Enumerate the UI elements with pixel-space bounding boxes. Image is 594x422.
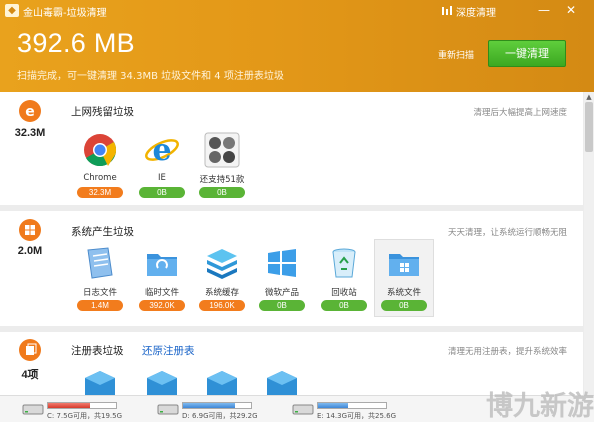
restore-registry-link[interactable]: 还原注册表 (142, 343, 195, 358)
rescan-link[interactable]: 重新扫描 (438, 48, 474, 61)
item-size-badge: 0B (139, 187, 185, 198)
disk-info: C: 7.5G可用，共19.5G (47, 412, 123, 420)
log-file-icon (82, 245, 118, 281)
vertical-scrollbar[interactable]: ▲ (584, 92, 594, 395)
system-cache-icon (204, 245, 240, 281)
watermark-text: 博九新游 (486, 391, 594, 422)
item-more-browsers[interactable]: 还支持51款 0B (193, 132, 251, 198)
temp-folder-icon (144, 245, 180, 281)
category-left-column: 4项 (0, 332, 58, 395)
item-log-files[interactable]: 日志文件 1.4M (71, 245, 129, 311)
category-title: 注册表垃圾 (71, 345, 124, 357)
minimize-button[interactable]: — (535, 2, 553, 18)
category-internet-junk: e 32.3M 上网残留垃圾 清理后大幅提高上网速度 Chrome 32.3M (0, 92, 583, 205)
scroll-thumb[interactable] (585, 102, 593, 152)
junk-category-list: e 32.3M 上网残留垃圾 清理后大幅提高上网速度 Chrome 32.3M (0, 92, 594, 395)
category-system-junk: 2.0M 系统产生垃圾 天天清理，让系统运行顺畅无阻 日志文件 1.4M 临时文… (0, 211, 583, 326)
total-junk-size: 392.6 MB (17, 28, 135, 58)
disk-d: D: 6.9G可用，共29.2G (157, 400, 297, 420)
window-title: 金山毒霸-垃圾清理 (23, 8, 107, 19)
disk-c: C: 7.5G可用，共19.5G (22, 400, 162, 420)
browser-junk-icon: e (19, 100, 41, 122)
registry-item[interactable] (71, 368, 129, 395)
category-hint: 清理后大幅提高上网速度 (473, 108, 567, 118)
item-label: 系统文件 (386, 288, 421, 298)
item-chrome[interactable]: Chrome 32.3M (71, 132, 129, 198)
category-left-column: 2.0M (0, 211, 58, 326)
category-title: 系统产生垃圾 (71, 226, 134, 238)
item-label: 微软产品 (264, 288, 299, 298)
deep-clean-icon (442, 6, 452, 15)
scroll-up-arrow-icon[interactable]: ▲ (584, 92, 594, 102)
disk-usage-fill (48, 403, 91, 408)
disk-info: E: 14.3G可用，共25.6G (317, 412, 397, 420)
deep-clean-button[interactable]: 深度清理 (442, 3, 496, 19)
registry-cube-icon (264, 368, 300, 395)
item-ie[interactable]: e IE 0B (133, 132, 191, 198)
item-size-badge: 0B (321, 300, 367, 311)
disk-usage-fill (318, 403, 348, 408)
header-banner: ◆ 金山毒霸-垃圾清理 深度清理 — ✕ 392.6 MB 扫描完成，可一键清理… (0, 0, 594, 92)
svg-text:e: e (152, 133, 171, 168)
item-microsoft-products[interactable]: 微软产品 0B (253, 245, 311, 311)
hard-drive-icon (22, 404, 44, 415)
category-size: 4项 (21, 369, 39, 381)
close-button[interactable]: ✕ (562, 2, 580, 18)
windows-category-icon (19, 219, 41, 241)
disk-e: E: 14.3G可用，共25.6G (292, 400, 432, 420)
ie-icon: e (144, 132, 180, 168)
item-size-badge: 392.0K (139, 300, 185, 311)
item-label: 日志文件 (82, 288, 117, 298)
more-browsers-icon (204, 132, 240, 168)
registry-item[interactable] (253, 368, 311, 395)
item-recycle-bin[interactable]: 回收站 0B (315, 245, 373, 311)
category-title: 上网残留垃圾 (71, 106, 134, 118)
registry-cube-icon (144, 368, 180, 395)
item-size-badge: 32.3M (77, 187, 123, 198)
close-icon: ✕ (565, 3, 577, 17)
duba-logo-icon: ◆ (5, 4, 19, 17)
item-size-badge: 0B (259, 300, 305, 311)
disk-usage-bar (182, 402, 252, 409)
disk-info: D: 6.9G可用，共29.2G (182, 412, 258, 420)
registry-icon (19, 339, 41, 361)
registry-item[interactable] (193, 368, 251, 395)
item-label: 还支持51款 (199, 175, 245, 185)
item-system-files[interactable]: 系统文件 0B (374, 239, 434, 317)
title-bar: ◆ 金山毒霸-垃圾清理 深度清理 — ✕ (0, 0, 594, 22)
registry-cube-icon (82, 368, 118, 395)
category-hint: 清理无用注册表，提升系统效率 (447, 347, 567, 357)
disk-usage-bar (317, 402, 387, 409)
chrome-icon (82, 132, 118, 168)
item-label: IE (158, 173, 166, 183)
item-label: Chrome (83, 173, 117, 183)
item-temp-files[interactable]: 临时文件 392.0K (133, 245, 191, 311)
deep-clean-label: 深度清理 (456, 7, 496, 19)
category-size: 32.3M (14, 127, 46, 139)
item-size-badge: 0B (381, 300, 427, 311)
item-size-badge: 196.0K (199, 300, 245, 311)
hard-drive-icon (292, 404, 314, 415)
category-hint: 天天清理，让系统运行顺畅无阻 (447, 228, 567, 238)
item-system-cache[interactable]: 系统缓存 196.0K (193, 245, 251, 311)
disk-usage-fill (183, 403, 235, 408)
item-size-badge: 1.4M (77, 300, 123, 311)
category-left-column: e 32.3M (0, 92, 58, 205)
system-folder-icon (386, 245, 422, 281)
minimize-icon: — (538, 3, 550, 17)
category-size: 2.0M (17, 245, 43, 257)
item-label: 临时文件 (144, 288, 179, 298)
svg-text:e: e (25, 104, 35, 120)
windows-icon (264, 245, 300, 281)
registry-item[interactable] (133, 368, 191, 395)
one-click-clean-button[interactable]: 一键清理 (488, 40, 566, 67)
item-label: 系统缓存 (204, 288, 239, 298)
item-size-badge: 0B (199, 187, 245, 198)
item-label: 回收站 (331, 288, 357, 298)
disk-usage-bar (47, 402, 117, 409)
hard-drive-icon (157, 404, 179, 415)
scan-status-text: 扫描完成，可一键清理 34.3MB 垃圾文件和 4 项注册表垃圾 (17, 71, 284, 82)
recycle-bin-icon (326, 245, 362, 281)
registry-cube-icon (204, 368, 240, 395)
